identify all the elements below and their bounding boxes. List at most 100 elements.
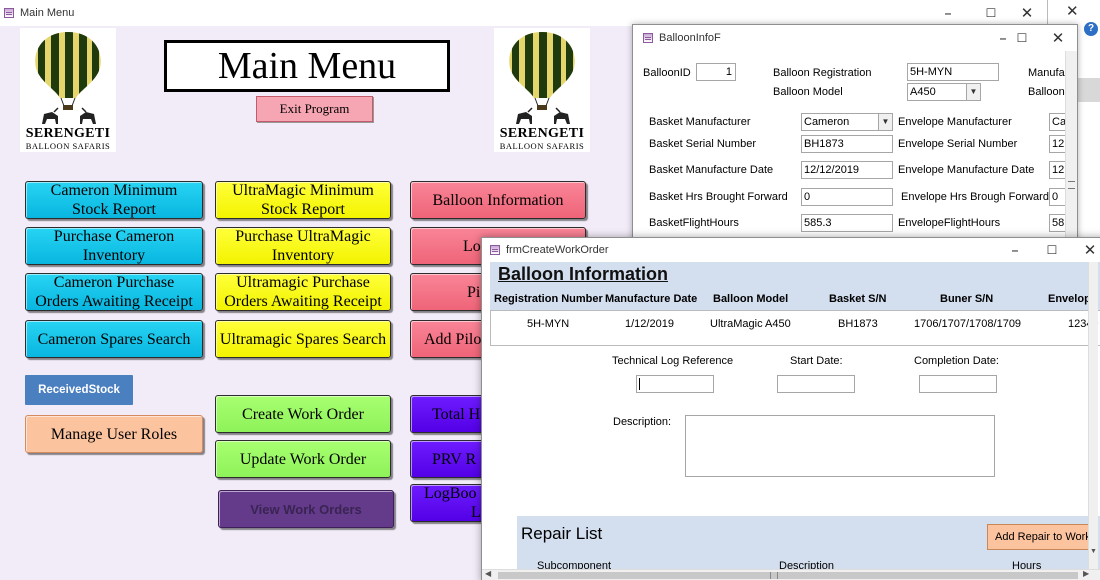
basket-manufacturer-select[interactable]: Cameron ▼ (801, 113, 893, 131)
balloon-info-window: BalloonInfoF – ☐ ✕ BalloonID 1 Balloon R… (632, 24, 1078, 254)
cell-buner-sn: 1706/1707/1708/1709 (914, 318, 1022, 330)
description-textarea[interactable] (685, 415, 995, 477)
received-stock-button[interactable]: ReceivedStock (25, 375, 133, 405)
logo-name: SERENGETI (25, 126, 111, 141)
cell-registration: 5H-MYN (527, 318, 570, 330)
basket-manufacture-date-label: Basket Manufacture Date (649, 164, 774, 176)
table-row[interactable]: 5H-MYN 1/12/2019 UltraMagic A450 BH1873 … (490, 310, 1100, 346)
chevron-down-icon[interactable]: ▼ (878, 114, 892, 130)
completion-date-input[interactable] (919, 375, 997, 393)
help-icon[interactable]: ? (1084, 22, 1098, 36)
serengeti-logo-left: SERENGETI BALLOON SAFARIS (20, 28, 116, 152)
scroll-right-icon[interactable]: ▶ (1083, 569, 1089, 578)
logbook-button-line1: LogBoo (424, 485, 477, 502)
main-menu-window-title: Main Menu (20, 7, 75, 19)
repair-list-heading: Repair List (521, 524, 603, 543)
start-date-label: Start Date: (790, 355, 843, 367)
vertical-scrollbar[interactable]: ▼ (1088, 262, 1098, 569)
completion-date-label: Completion Date: (914, 355, 999, 367)
balloon-id-field[interactable]: 1 (696, 63, 736, 81)
close-icon[interactable]: ✕ (1066, 2, 1079, 20)
balloon-information-heading: Balloon Information (498, 264, 668, 284)
balloon-label-cut: Balloon (1028, 86, 1065, 98)
access-form-icon (643, 33, 653, 43)
balloon-information-button[interactable]: Balloon Information (410, 181, 586, 219)
envelope-manufacture-date-label: Envelope Manufacture Date (898, 164, 1035, 176)
main-menu-heading: Main Menu (164, 40, 450, 92)
basket-hrs-forward-field[interactable]: 0 (801, 188, 893, 206)
basket-serial-label: Basket Serial Number (649, 138, 756, 150)
envelope-manufacturer-label: Envelope Manufacturer (898, 116, 1012, 128)
cameron-purchase-orders-button[interactable]: Cameron Purchase Orders Awaiting Receipt (25, 273, 203, 311)
ultramagic-spares-search-button[interactable]: Ultramagic Spares Search (215, 320, 391, 358)
main-menu-titlebar[interactable]: Main Menu – ☐ ✕ (0, 0, 1047, 26)
logo-subtitle: BALLOON SAFARIS (25, 141, 111, 151)
maximize-icon[interactable]: ☐ (973, 0, 1009, 26)
maximize-icon[interactable]: ☐ (1034, 238, 1070, 262)
ultramagic-purchase-orders-button[interactable]: Ultramagic Purchase Orders Awaiting Rece… (215, 273, 391, 311)
basket-flight-hours-field[interactable]: 585.3 (801, 214, 893, 232)
scrollbar-grip-icon[interactable] (1068, 181, 1075, 189)
envelope-flight-hours-label: EnvelopeFlightHours (898, 217, 1001, 229)
text-cursor (639, 378, 640, 390)
access-form-icon (4, 8, 14, 18)
basket-manufacturer-value: Cameron (804, 116, 850, 128)
balloon-id-label: BalloonID (643, 67, 691, 79)
technical-log-label: Technical Log Reference (612, 355, 734, 367)
close-icon[interactable]: ✕ (1040, 25, 1076, 51)
maximize-icon[interactable]: ☐ (1004, 25, 1040, 51)
balloon-info-body: BalloonID 1 Balloon Registration 5H-MYN … (633, 51, 1077, 253)
close-icon[interactable]: ✕ (1009, 0, 1045, 26)
scrollbar-grip-icon (770, 572, 778, 579)
create-work-order-window-title: frmCreateWorkOrder (506, 244, 609, 256)
exit-program-button[interactable]: Exit Program (256, 96, 373, 122)
minimize-icon[interactable]: – (930, 0, 966, 26)
hot-air-balloon-icon (35, 32, 101, 124)
manage-user-roles-button[interactable]: Manage User Roles (25, 415, 203, 453)
vertical-scrollbar[interactable] (1065, 51, 1077, 253)
purchase-ultramagic-inventory-button[interactable]: Purchase UltraMagic Inventory (215, 227, 391, 265)
cameron-minimum-stock-report-button[interactable]: Cameron Minimum Stock Report (25, 181, 203, 219)
minimize-icon[interactable]: – (997, 238, 1033, 262)
cell-balloon-model: UltraMagic A450 (710, 318, 791, 330)
cameron-spares-search-button[interactable]: Cameron Spares Search (25, 320, 203, 358)
manufacturer-label: Manufa (1028, 67, 1065, 79)
basket-manufacture-date-field[interactable]: 12/12/2019 (801, 161, 893, 179)
add-repair-to-work-button[interactable]: Add Repair to Work (987, 524, 1097, 550)
balloon-info-window-title: BalloonInfoF (659, 32, 721, 44)
create-work-order-window: frmCreateWorkOrder – ☐ ✕ Balloon Informa… (481, 237, 1100, 580)
basket-manufacturer-label: Basket Manufacturer (649, 116, 751, 128)
horizontal-scrollbar[interactable]: ◀ ▶ (482, 569, 1100, 580)
balloon-registration-field[interactable]: 5H-MYN (907, 63, 999, 81)
col-basket-sn: Basket S/N (829, 293, 887, 305)
chevron-down-icon[interactable]: ▼ (966, 84, 980, 100)
scrollbar-thumb[interactable] (498, 572, 1078, 579)
col-buner-sn: Buner S/N (940, 293, 994, 305)
scroll-left-icon[interactable]: ◀ (485, 569, 491, 578)
balloon-model-select[interactable]: A450 ▼ (907, 83, 981, 101)
ultramagic-minimum-stock-report-button[interactable]: UltraMagic Minimum Stock Report (215, 181, 391, 219)
access-form-icon (490, 245, 500, 255)
balloon-model-label: Balloon Model (773, 86, 843, 98)
logo-name: SERENGETI (499, 126, 585, 141)
balloon-info-titlebar[interactable]: BalloonInfoF – ☐ ✕ (633, 25, 1077, 51)
view-work-orders-button[interactable]: View Work Orders (218, 490, 394, 528)
cell-manufacture-date: 1/12/2019 (625, 318, 674, 330)
purchase-cameron-inventory-button[interactable]: Purchase Cameron Inventory (25, 227, 203, 265)
basket-hrs-forward-label: Basket Hrs Brought Forward (649, 191, 788, 203)
logbook-button-line2: L (471, 504, 481, 521)
basket-flight-hours-label: BasketFlightHours (649, 217, 739, 229)
envelope-hrs-forward-label: Envelope Hrs Brough Forward (901, 191, 1049, 203)
create-work-order-titlebar[interactable]: frmCreateWorkOrder – ☐ ✕ (482, 238, 1100, 262)
close-icon[interactable]: ✕ (1072, 238, 1100, 262)
start-date-input[interactable] (777, 375, 855, 393)
col-manufacture-date: Manufacture Date (605, 293, 698, 305)
update-work-order-button[interactable]: Update Work Order (215, 440, 391, 478)
technical-log-input[interactable] (636, 375, 714, 393)
basket-serial-field[interactable]: BH1873 (801, 135, 893, 153)
hot-air-balloon-icon (509, 32, 575, 124)
envelope-serial-label: Envelope Serial Number (898, 138, 1018, 150)
logo-subtitle: BALLOON SAFARIS (499, 141, 585, 151)
create-work-order-button[interactable]: Create Work Order (215, 395, 391, 433)
scroll-down-icon[interactable]: ▼ (1090, 548, 1097, 555)
